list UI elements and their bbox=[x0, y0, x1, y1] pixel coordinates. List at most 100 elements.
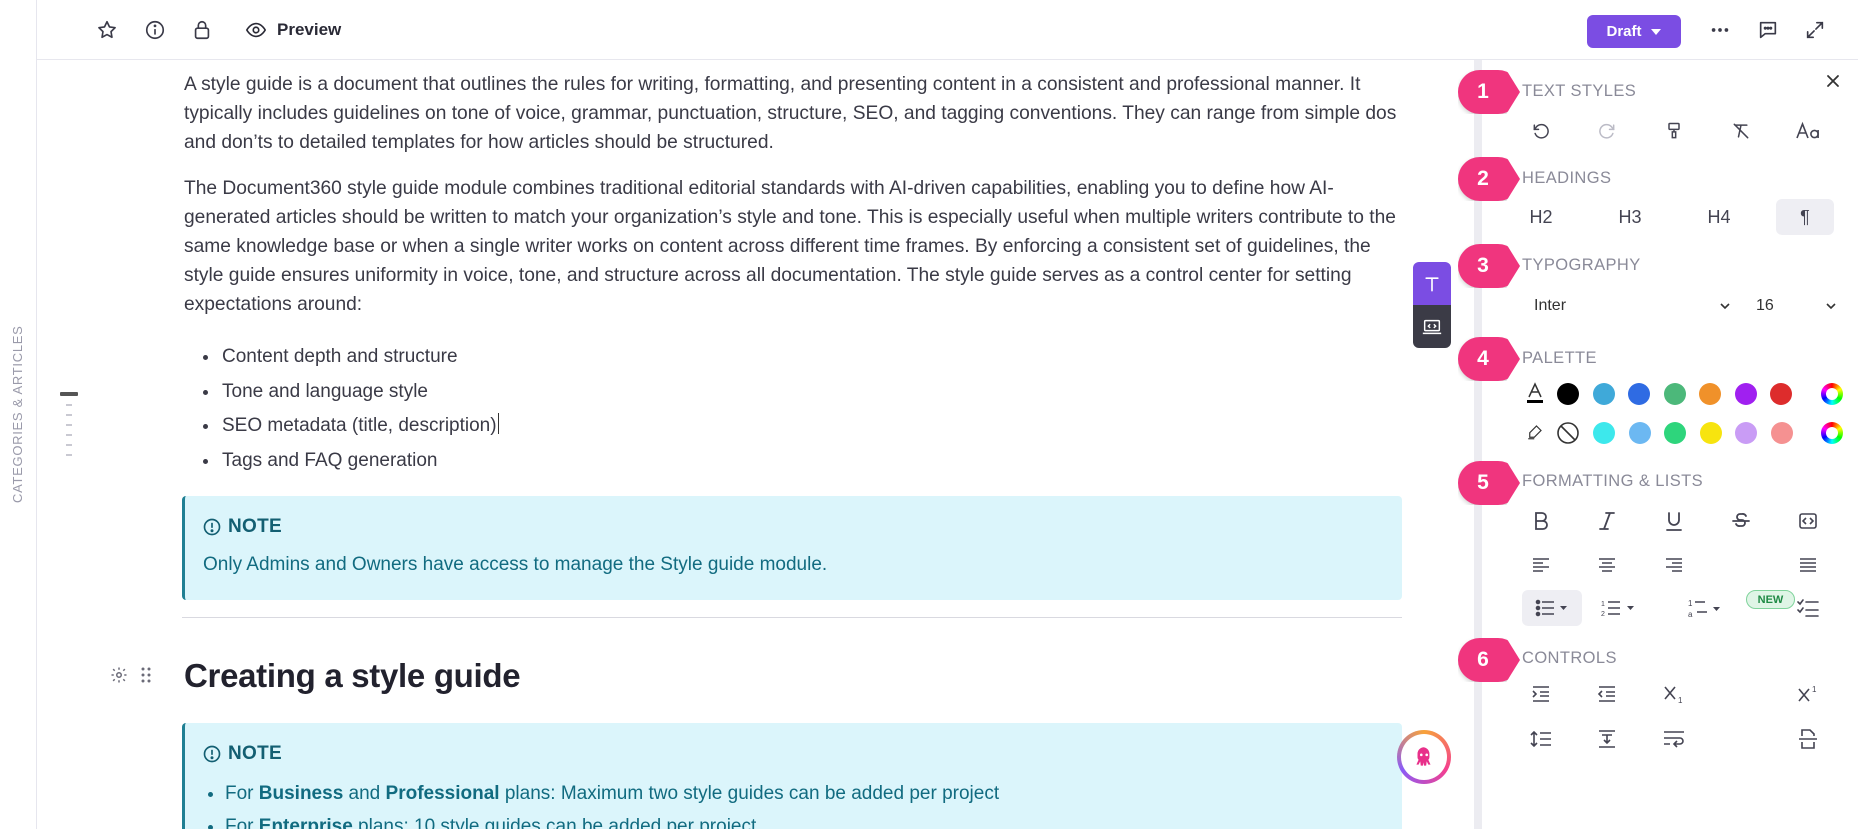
heading-h2-button[interactable]: H2 bbox=[1509, 199, 1573, 235]
info-circle-icon bbox=[203, 745, 221, 763]
outline-minimap[interactable] bbox=[60, 392, 80, 472]
list-item[interactable]: Tone and language style bbox=[220, 375, 499, 410]
text-tools-button[interactable] bbox=[1413, 262, 1451, 305]
caret-down-icon bbox=[1650, 28, 1661, 35]
note-callout-plans[interactable]: NOTE For Business and Professional plans… bbox=[182, 723, 1402, 829]
subscript-button[interactable]: 1 bbox=[1652, 677, 1696, 711]
numbered-list-button[interactable]: 12 bbox=[1590, 590, 1648, 626]
underline-button[interactable] bbox=[1652, 504, 1696, 538]
highlight-color-icon[interactable] bbox=[1526, 422, 1544, 442]
multilevel-list-button[interactable]: 1a bbox=[1677, 590, 1735, 626]
underline-icon bbox=[1666, 512, 1682, 531]
inline-code-button[interactable] bbox=[1786, 504, 1830, 538]
code-laptop-icon bbox=[1422, 319, 1442, 334]
undo-button[interactable] bbox=[1519, 114, 1563, 148]
align-right-icon bbox=[1666, 558, 1682, 572]
editor-content[interactable]: A style guide is a document that outline… bbox=[37, 60, 1474, 829]
bold-button[interactable] bbox=[1519, 504, 1563, 538]
align-left-button[interactable] bbox=[1519, 548, 1563, 582]
list-item: For Enterprise plans: 10 style guides ca… bbox=[225, 810, 999, 829]
redo-button[interactable] bbox=[1585, 114, 1629, 148]
highlight-color-swatch[interactable] bbox=[1628, 422, 1651, 444]
step-badge-6: 6 bbox=[1458, 638, 1520, 682]
text-color-swatch[interactable] bbox=[1592, 383, 1615, 405]
heading-h3-button[interactable]: H3 bbox=[1598, 199, 1662, 235]
text-color-icon[interactable] bbox=[1526, 382, 1544, 404]
svg-text:1: 1 bbox=[1601, 601, 1605, 608]
custom-highlight-color-wheel[interactable] bbox=[1821, 422, 1843, 444]
note-header: NOTE bbox=[202, 743, 282, 765]
highlight-color-swatch[interactable] bbox=[1770, 422, 1793, 444]
paragraph-button[interactable]: ¶ bbox=[1776, 199, 1834, 235]
outdent-button[interactable] bbox=[1585, 677, 1629, 711]
paragraph-spacing-button[interactable] bbox=[1585, 722, 1629, 756]
embed-tools-button[interactable] bbox=[1413, 305, 1451, 348]
draft-status-button[interactable]: Draft bbox=[1587, 15, 1681, 48]
paragraph-intro[interactable]: A style guide is a document that outline… bbox=[184, 70, 1399, 157]
svg-text:a: a bbox=[1688, 610, 1693, 619]
heading-h4-button[interactable]: H4 bbox=[1687, 199, 1751, 235]
drag-handle-icon[interactable] bbox=[140, 666, 152, 684]
text-color-swatch[interactable] bbox=[1699, 383, 1721, 405]
italic-button[interactable] bbox=[1585, 504, 1629, 538]
info-icon[interactable] bbox=[140, 15, 170, 45]
more-options-icon[interactable] bbox=[1705, 15, 1735, 45]
align-center-icon bbox=[1599, 558, 1615, 572]
highlight-color-swatch[interactable] bbox=[1664, 422, 1686, 444]
paragraph-module[interactable]: The Document360 style guide module combi… bbox=[184, 174, 1399, 319]
strikethrough-button[interactable] bbox=[1719, 504, 1763, 538]
align-center-button[interactable] bbox=[1585, 548, 1629, 582]
preview-button[interactable]: Preview bbox=[245, 15, 341, 45]
ai-assistant-button[interactable] bbox=[1397, 730, 1451, 784]
preview-label: Preview bbox=[277, 20, 342, 39]
bullet-list-button[interactable] bbox=[1522, 590, 1582, 626]
indent-icon bbox=[1532, 686, 1549, 702]
page-break-button[interactable] bbox=[1786, 722, 1830, 756]
text-color-swatch[interactable] bbox=[1734, 383, 1757, 405]
list-item[interactable]: Tags and FAQ generation bbox=[220, 444, 499, 479]
indent-button[interactable] bbox=[1519, 677, 1563, 711]
clear-format-button[interactable] bbox=[1719, 114, 1763, 148]
paragraph-spacing-icon bbox=[1599, 730, 1615, 748]
block-settings-gear-icon[interactable] bbox=[110, 666, 128, 684]
superscript-icon: 1 bbox=[1798, 685, 1817, 702]
format-painter-button[interactable] bbox=[1652, 114, 1696, 148]
line-height-button[interactable] bbox=[1519, 722, 1563, 756]
list-item[interactable]: Content depth and structure bbox=[220, 340, 499, 375]
font-size-value: 16 bbox=[1756, 297, 1774, 314]
align-justify-button[interactable] bbox=[1786, 548, 1830, 582]
text-case-icon bbox=[1796, 121, 1819, 139]
no-color-icon[interactable] bbox=[1556, 421, 1580, 445]
text-color-swatch[interactable] bbox=[1628, 383, 1650, 405]
text-color-swatch[interactable] bbox=[1663, 383, 1686, 405]
highlight-color-swatch[interactable] bbox=[1735, 422, 1757, 444]
font-size-select[interactable]: 16 bbox=[1756, 297, 1838, 315]
star-icon[interactable] bbox=[92, 15, 122, 45]
bullet-list[interactable]: Content depth and structure Tone and lan… bbox=[220, 340, 499, 478]
comment-icon[interactable] bbox=[1753, 15, 1783, 45]
align-right-button[interactable] bbox=[1652, 548, 1696, 582]
superscript-button[interactable]: 1 bbox=[1786, 677, 1830, 711]
info-circle-icon bbox=[203, 518, 221, 536]
checklist-button[interactable] bbox=[1786, 590, 1830, 626]
outdent-icon bbox=[1597, 686, 1615, 702]
chevron-down-icon bbox=[1720, 303, 1730, 310]
text-color-swatch[interactable] bbox=[1557, 383, 1579, 405]
note-callout[interactable]: NOTE Only Admins and Owners have access … bbox=[182, 496, 1402, 600]
expand-icon[interactable] bbox=[1800, 15, 1830, 45]
list-item[interactable]: SEO metadata (title, description) bbox=[220, 409, 499, 444]
font-family-select[interactable]: Inter bbox=[1534, 297, 1732, 315]
lock-icon[interactable] bbox=[187, 15, 217, 45]
categories-articles-toggle[interactable]: CATEGORIES & ARTICLES bbox=[10, 323, 25, 504]
text-cursor bbox=[497, 413, 499, 434]
note-text: Only Admins and Owners have access to ma… bbox=[203, 554, 828, 575]
text-color-swatch[interactable] bbox=[1770, 383, 1792, 405]
text-case-button[interactable] bbox=[1786, 114, 1830, 148]
numbered-list-icon: 12 bbox=[1601, 601, 1634, 618]
custom-text-color-wheel[interactable] bbox=[1821, 383, 1843, 405]
section-heading[interactable]: Creating a style guide bbox=[184, 657, 521, 695]
close-panel-icon[interactable] bbox=[1820, 68, 1846, 94]
text-wrap-button[interactable] bbox=[1652, 722, 1696, 756]
highlight-color-swatch[interactable] bbox=[1699, 422, 1722, 444]
highlight-color-swatch[interactable] bbox=[1593, 422, 1615, 444]
